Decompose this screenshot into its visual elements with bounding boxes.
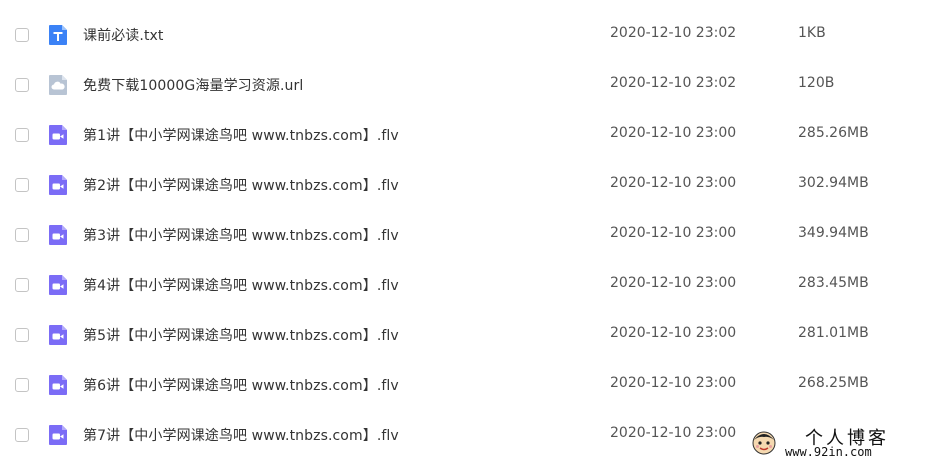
file-date: 2020-12-10 23:00 bbox=[610, 175, 737, 191]
file-list: 课前必读.txt 2020-12-10 23:02 1KB 免费下载10000G… bbox=[0, 11, 941, 461]
file-name[interactable]: 第3讲【中小学网课途鸟吧 www.tnbzs.com】.flv bbox=[83, 225, 399, 245]
video-file-icon bbox=[47, 274, 69, 296]
file-date: 2020-12-10 23:00 bbox=[610, 375, 737, 391]
file-date: 2020-12-10 23:00 bbox=[610, 425, 737, 441]
file-row[interactable]: 第6讲【中小学网课途鸟吧 www.tnbzs.com】.flv 2020-12-… bbox=[0, 361, 941, 411]
file-size: 268.25MB bbox=[798, 375, 869, 391]
row-checkbox[interactable] bbox=[15, 378, 29, 392]
file-date: 2020-12-10 23:00 bbox=[610, 225, 737, 241]
file-size: 285.26MB bbox=[798, 125, 869, 141]
cartoon-avatar-icon bbox=[751, 430, 777, 456]
video-file-icon bbox=[47, 324, 69, 346]
file-date: 2020-12-10 23:02 bbox=[610, 75, 737, 91]
file-name[interactable]: 第1讲【中小学网课途鸟吧 www.tnbzs.com】.flv bbox=[83, 125, 399, 145]
file-row[interactable]: 第1讲【中小学网课途鸟吧 www.tnbzs.com】.flv 2020-12-… bbox=[0, 111, 941, 161]
file-size: 349.94MB bbox=[798, 225, 869, 241]
text-file-icon bbox=[47, 24, 69, 46]
row-checkbox[interactable] bbox=[15, 228, 29, 242]
row-checkbox[interactable] bbox=[15, 128, 29, 142]
file-date: 2020-12-10 23:02 bbox=[610, 25, 737, 41]
video-file-icon bbox=[47, 374, 69, 396]
file-name[interactable]: 第4讲【中小学网课途鸟吧 www.tnbzs.com】.flv bbox=[83, 275, 399, 295]
file-size: 1KB bbox=[798, 25, 826, 41]
row-checkbox[interactable] bbox=[15, 78, 29, 92]
watermark-url: www.92in.com bbox=[785, 445, 872, 459]
link-file-icon bbox=[47, 74, 69, 96]
file-size: 281.01MB bbox=[798, 325, 869, 341]
file-name[interactable]: 第5讲【中小学网课途鸟吧 www.tnbzs.com】.flv bbox=[83, 325, 399, 345]
file-name[interactable]: 第2讲【中小学网课途鸟吧 www.tnbzs.com】.flv bbox=[83, 175, 399, 195]
row-checkbox[interactable] bbox=[15, 428, 29, 442]
file-date: 2020-12-10 23:00 bbox=[610, 325, 737, 341]
file-date: 2020-12-10 23:00 bbox=[610, 125, 737, 141]
file-row[interactable]: 第4讲【中小学网课途鸟吧 www.tnbzs.com】.flv 2020-12-… bbox=[0, 261, 941, 311]
video-file-icon bbox=[47, 174, 69, 196]
file-name[interactable]: 课前必读.txt bbox=[83, 25, 164, 45]
file-row[interactable]: 第3讲【中小学网课途鸟吧 www.tnbzs.com】.flv 2020-12-… bbox=[0, 211, 941, 261]
file-size: 120B bbox=[798, 75, 835, 91]
row-checkbox[interactable] bbox=[15, 328, 29, 342]
file-row[interactable]: 第2讲【中小学网课途鸟吧 www.tnbzs.com】.flv 2020-12-… bbox=[0, 161, 941, 211]
file-row[interactable]: 免费下载10000G海量学习资源.url 2020-12-10 23:02 12… bbox=[0, 61, 941, 111]
file-name[interactable]: 第7讲【中小学网课途鸟吧 www.tnbzs.com】.flv bbox=[83, 425, 399, 445]
row-checkbox[interactable] bbox=[15, 178, 29, 192]
row-checkbox[interactable] bbox=[15, 278, 29, 292]
file-row[interactable]: 第5讲【中小学网课途鸟吧 www.tnbzs.com】.flv 2020-12-… bbox=[0, 311, 941, 361]
file-row[interactable]: 课前必读.txt 2020-12-10 23:02 1KB bbox=[0, 11, 941, 61]
blog-watermark: 个人博客 www.92in.com bbox=[745, 424, 941, 464]
file-name[interactable]: 免费下载10000G海量学习资源.url bbox=[83, 75, 303, 95]
row-checkbox[interactable] bbox=[15, 28, 29, 42]
file-name[interactable]: 第6讲【中小学网课途鸟吧 www.tnbzs.com】.flv bbox=[83, 375, 399, 395]
file-date: 2020-12-10 23:00 bbox=[610, 275, 737, 291]
video-file-icon bbox=[47, 224, 69, 246]
video-file-icon bbox=[47, 124, 69, 146]
file-size: 283.45MB bbox=[798, 275, 869, 291]
file-size: 302.94MB bbox=[798, 175, 869, 191]
video-file-icon bbox=[47, 424, 69, 446]
